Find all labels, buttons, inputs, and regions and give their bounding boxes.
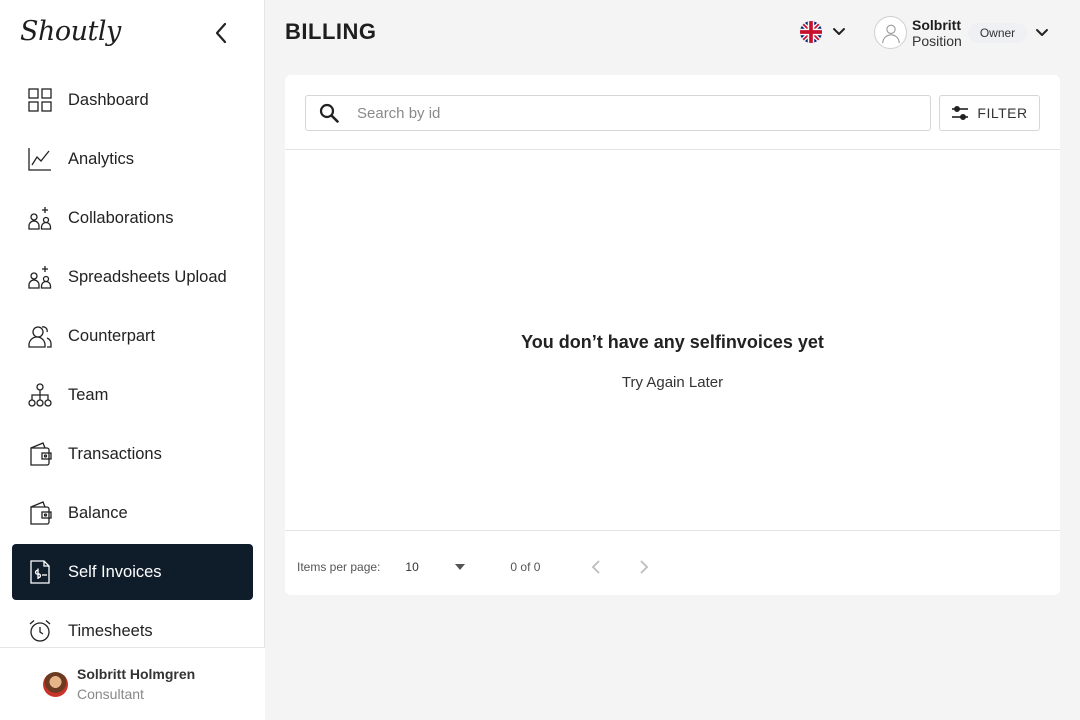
search-input[interactable] [357,104,917,122]
items-per-page-label: Items per page: [297,560,381,574]
collaborations-icon [28,206,52,230]
sidebar-item-label: Team [68,385,109,404]
chevron-left-icon [215,22,227,44]
caret-down-icon [455,564,466,570]
profile-name: Solbritt [912,16,961,33]
empty-state-title: You don’t have any selfinvoices yet [521,332,824,352]
sidebar-item-dashboard[interactable]: Dashboard [12,72,253,128]
sidebar-item-team[interactable]: Team [12,367,253,423]
sidebar-item-transactions[interactable]: Transactions [12,426,253,482]
search-icon [306,103,352,123]
chevron-down-icon [833,28,845,35]
items-per-page-value: 10 [405,560,419,574]
paginator: Items per page: 10 0 of 0 [297,555,656,579]
user-avatar-icon [874,16,907,49]
pagination-range: 0 of 0 [510,560,541,574]
profile-position: Position [912,32,962,49]
sidebar-item-label: Collaborations [68,208,174,227]
balance-icon [28,501,52,525]
collapse-sidebar-button[interactable] [208,20,234,46]
chevron-right-icon [640,560,649,574]
billing-card: FILTER You don’t have any selfinvoices y… [285,75,1060,595]
sidebar-item-label: Timesheets [68,621,153,640]
sidebar-item-label: Transactions [68,444,162,463]
page-title: BILLING [285,19,377,44]
sidebar-item-balance[interactable]: Balance [12,485,253,541]
divider [285,149,1060,150]
filter-sliders-icon [952,105,969,121]
sidebar-item-label: Counterpart [68,326,156,345]
sidebar-item-counterpart[interactable]: Counterpart [12,308,253,364]
sidebar-item-self-invoices[interactable]: Self Invoices [12,544,253,600]
uk-flag-icon [800,21,822,43]
search-field[interactable] [305,95,931,131]
dashboard-icon [28,88,52,112]
next-page-button[interactable] [632,555,656,579]
sidebar-user-name: Solbritt Holmgren [77,666,196,682]
sidebar-item-label: Analytics [68,149,135,168]
team-icon [28,383,52,407]
sidebar-item-label: Self Invoices [68,562,162,581]
sidebar-user-role: Consultant [77,686,144,702]
self-invoices-icon [28,560,52,584]
analytics-icon [28,147,52,171]
app-logo[interactable]: Shoutly [20,16,121,47]
sidebar-item-label: Balance [68,503,128,522]
divider [285,530,1060,531]
avatar [43,671,68,697]
sidebar: Shoutly Dashboard Analytics Collaboratio… [0,0,265,720]
timesheets-icon [28,619,52,643]
sidebar-nav: Dashboard Analytics Collaborations Sprea… [12,72,253,662]
sidebar-item-spreadsheets-upload[interactable]: Spreadsheets Upload [12,249,253,305]
empty-state-subtitle: Try Again Later [621,374,724,391]
role-badge: Owner [967,22,1028,43]
sidebar-item-collaborations[interactable]: Collaborations [12,190,253,246]
language-selector[interactable] [800,21,846,43]
previous-page-button[interactable] [584,555,608,579]
sidebar-item-analytics[interactable]: Analytics [12,131,253,187]
profile-menu[interactable]: Solbritt Position Owner [874,16,1049,49]
filter-button[interactable]: FILTER [939,95,1040,131]
transactions-icon [28,442,52,466]
spreadsheets-upload-icon [28,265,52,289]
counterpart-icon [28,324,52,348]
filter-button-label: FILTER [977,105,1028,121]
items-per-page-select[interactable]: 10 [405,560,466,574]
chevron-left-icon [592,560,601,574]
sidebar-item-label: Dashboard [68,90,149,109]
sidebar-item-label: Spreadsheets Upload [68,267,227,286]
sidebar-user[interactable]: Solbritt Holmgren Consultant [0,647,265,720]
chevron-down-icon [1036,28,1049,36]
